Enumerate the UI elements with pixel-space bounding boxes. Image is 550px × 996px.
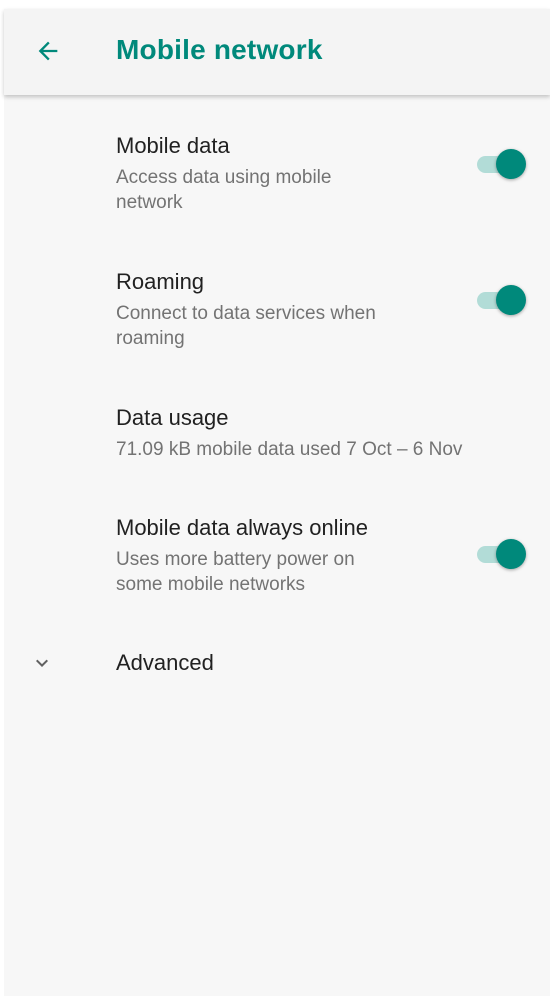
page-title: Mobile network — [116, 34, 323, 65]
always-online-summary-line2: some mobile networks — [116, 574, 306, 595]
roaming-summary-line2: roaming — [116, 328, 185, 349]
mobile-data-title: Mobile data — [116, 133, 230, 158]
toggle-thumb — [496, 149, 526, 179]
roaming-summary-line1: Connect to data services when — [116, 303, 376, 324]
mobile-data-summary: Access data using mobile network — [116, 165, 331, 215]
always-online-title: Mobile data always online — [116, 515, 368, 540]
always-online-summary: Uses more battery power on some mobile n… — [116, 547, 355, 597]
advanced-setting[interactable]: Advanced — [4, 617, 550, 707]
mobile-data-setting[interactable]: Mobile data Access data using mobile net… — [4, 95, 550, 223]
data-usage-setting[interactable]: Data usage 71.09 kB mobile data used 7 O… — [4, 367, 550, 471]
back-button[interactable] — [28, 31, 68, 71]
data-usage-summary: 71.09 kB mobile data used 7 Oct – 6 Nov — [116, 439, 463, 460]
roaming-setting[interactable]: Roaming Connect to data services when ro… — [4, 231, 550, 359]
always-online-summary-line1: Uses more battery power on — [116, 549, 355, 570]
always-online-setting[interactable]: Mobile data always online Uses more batt… — [4, 477, 550, 605]
arrow-back-icon — [38, 41, 58, 61]
mobile-data-summary-line2: network — [116, 192, 183, 213]
settings-screen: Mobile network Mobile data Access data u… — [4, 9, 550, 996]
always-online-toggle[interactable] — [475, 537, 527, 571]
advanced-title: Advanced — [116, 650, 214, 675]
roaming-summary: Connect to data services when roaming — [116, 301, 376, 351]
toggle-thumb — [496, 285, 526, 315]
roaming-toggle[interactable] — [475, 283, 527, 317]
roaming-title: Roaming — [116, 269, 205, 294]
mobile-data-summary-line1: Access data using mobile — [116, 167, 332, 188]
chevron-down-icon — [36, 659, 48, 667]
app-bar: Mobile network — [4, 9, 550, 95]
toggle-thumb — [496, 539, 526, 569]
mobile-data-toggle[interactable] — [475, 147, 527, 181]
data-usage-title: Data usage — [116, 405, 229, 430]
